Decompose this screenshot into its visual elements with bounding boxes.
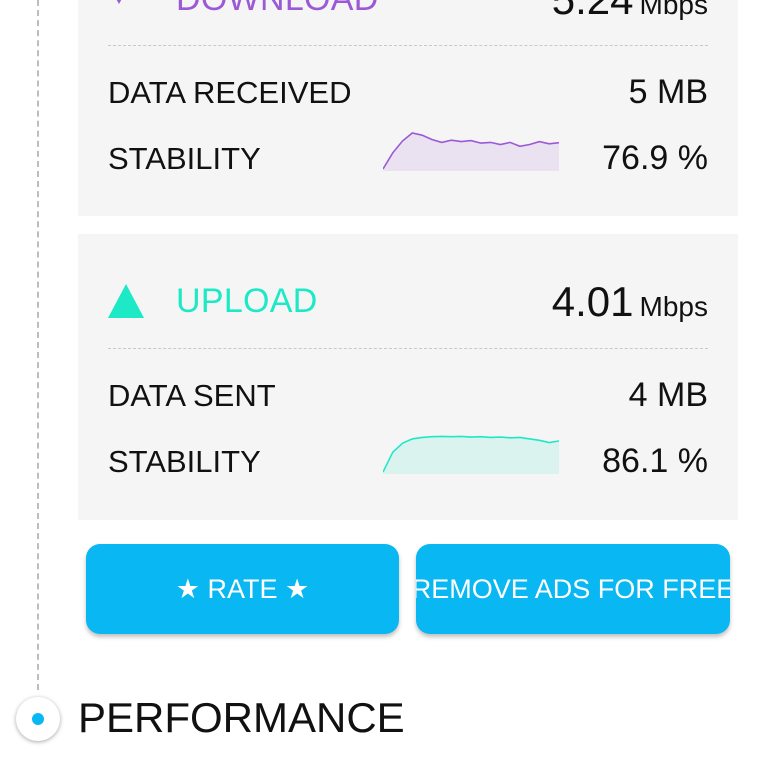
- data-sent-value: 4 MB: [628, 376, 708, 414]
- upload-speed: 4.01 Mbps: [552, 278, 708, 326]
- upload-sparkline-area: [383, 436, 559, 474]
- download-title: DOWNLOAD: [176, 0, 379, 19]
- upload-speed-unit: Mbps: [639, 291, 708, 322]
- download-card: DOWNLOAD 5.24Mbps DATA RECEIVED 5 MB STA…: [78, 0, 738, 216]
- upload-arrow-icon: [108, 284, 144, 318]
- remove-ads-button[interactable]: REMOVE ADS FOR FREE: [416, 544, 730, 634]
- rate-button[interactable]: ★ RATE ★: [86, 544, 399, 634]
- upload-speed-value: 4.01: [551, 278, 634, 325]
- download-speed: 5.24Mbps: [552, 0, 708, 24]
- timeline-line: [37, 0, 39, 690]
- upload-divider: [108, 348, 708, 349]
- data-received-value: 5 MB: [628, 73, 708, 111]
- upload-title: UPLOAD: [176, 282, 318, 320]
- performance-radio-dot: [32, 713, 44, 725]
- download-stability-label: STABILITY: [108, 141, 261, 176]
- download-speed-value: 5.24: [552, 0, 634, 23]
- download-stability-row: STABILITY 76.9 %: [108, 132, 708, 179]
- download-divider: [108, 45, 708, 46]
- upload-stability-sparkline: [383, 435, 559, 474]
- performance-section-title: PERFORMANCE: [78, 694, 405, 741]
- download-sparkline-area: [383, 133, 559, 171]
- download-speed-unit: Mbps: [639, 0, 708, 20]
- download-stability-value: 76.9 %: [602, 139, 708, 177]
- download-arrow-icon: [108, 0, 130, 4]
- data-received-label: DATA RECEIVED: [108, 75, 352, 110]
- performance-radio-icon[interactable]: [16, 697, 60, 741]
- data-sent-label: DATA SENT: [108, 378, 276, 413]
- data-received-row: DATA RECEIVED 5 MB: [108, 69, 708, 113]
- upload-stability-value: 86.1 %: [602, 442, 708, 480]
- upload-stability-label: STABILITY: [108, 444, 261, 479]
- upload-stability-row: STABILITY 86.1 %: [108, 435, 708, 482]
- data-sent-row: DATA SENT 4 MB: [108, 372, 708, 416]
- download-stability-sparkline: [383, 132, 559, 171]
- upload-card: UPLOAD 4.01 Mbps DATA SENT 4 MB STABILITY…: [78, 234, 738, 520]
- upload-header: UPLOAD 4.01 Mbps: [108, 272, 708, 332]
- download-header: DOWNLOAD 5.24Mbps: [108, 0, 708, 30]
